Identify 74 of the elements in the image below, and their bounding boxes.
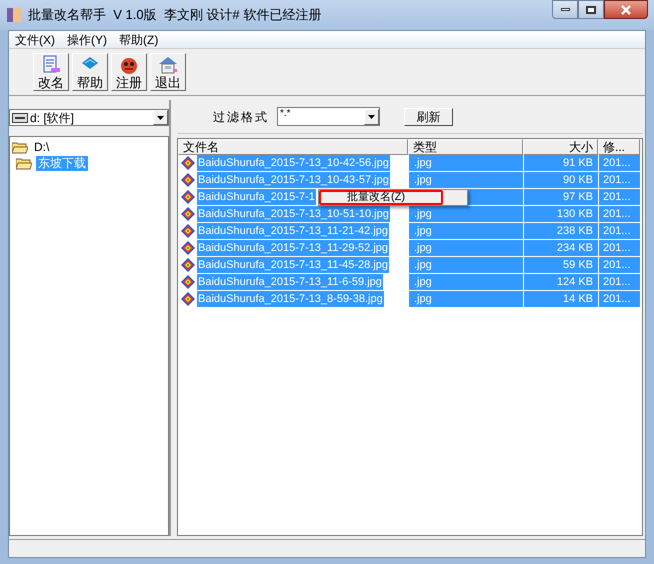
window-title: 批量改名帮手 V 1.0版 李文刚 设计# 软件已经注册 [28,6,322,24]
modified-date: 201... [603,174,631,186]
image-file-icon [181,173,195,187]
context-menu-item[interactable]: 批量改名(Z) [319,190,443,205]
image-file-icon [181,190,195,204]
file-name: BaiduShurufa_2015-7-1 [197,189,316,205]
close-button[interactable] [604,0,648,19]
toolbar-button[interactable]: 退出 [150,53,186,91]
modified-date: 201... [603,242,631,254]
file-type: .jpg [414,225,432,237]
file-type: .jpg [414,293,432,305]
close-icon [621,4,631,14]
filter-dropdown[interactable]: *.* [277,107,380,126]
image-file-icon [181,275,195,289]
toolbar-button[interactable]: 帮助 [72,53,108,91]
file-name: BaiduShurufa_2015-7-13_11-29-52.jpg [197,240,389,256]
document-icon [41,54,61,74]
modified-date: 201... [603,191,631,203]
image-file-icon [181,292,195,306]
file-type: .jpg [414,157,432,169]
column-header[interactable]: 大小 [523,139,598,155]
column-header[interactable]: 修... [598,139,640,155]
filter-label: 过滤格式 [213,108,269,126]
file-size: 91 KB [563,157,593,169]
minimize-button[interactable] [552,0,578,19]
drive-dropdown[interactable]: d: [软件] [9,109,169,126]
image-file-icon [181,224,195,238]
maximize-button[interactable] [578,0,604,19]
file-size: 97 KB [563,191,593,203]
file-type: .jpg [414,174,432,186]
menu-item[interactable]: 操作(Y) [61,30,113,48]
modified-date: 201... [603,259,631,271]
file-name: BaiduShurufa_2015-7-13_11-6-59.jpg [197,274,383,290]
app-icon [6,7,22,23]
file-size: 234 KB [556,242,593,254]
modified-date: 201... [603,225,631,237]
file-size: 90 KB [563,174,593,186]
open-folder-icon [16,156,32,170]
toolbar-button[interactable]: 改名 [33,53,69,91]
file-type: .jpg [414,276,432,288]
file-name: BaiduShurufa_2015-7-13_11-21-42.jpg [197,223,389,239]
refresh-button[interactable]: 刷新 [404,108,453,126]
column-header[interactable]: 类型 [408,139,523,155]
file-size: 238 KB [556,225,593,237]
file-name: BaiduShurufa_2015-7-13_8-59-38.jpg [197,291,384,307]
file-size: 14 KB [563,293,593,305]
menu-item[interactable]: 帮助(Z) [113,30,164,48]
image-file-icon [181,258,195,272]
image-file-icon [181,207,195,221]
image-file-icon [181,156,195,170]
file-name: BaiduShurufa_2015-7-13_10-43-57.jpg [197,172,390,188]
file-name: BaiduShurufa_2015-7-13_11-45-28.jpg [197,257,389,273]
image-file-icon [181,241,195,255]
modified-date: 201... [603,293,631,305]
file-name: BaiduShurufa_2015-7-13_10-42-56.jpg [197,155,390,171]
file-size: 130 KB [556,208,593,220]
modified-date: 201... [603,157,631,169]
file-size: 124 KB [556,276,593,288]
open-folder-icon [12,140,28,154]
column-header[interactable]: 文件名 [178,139,408,155]
modified-date: 201... [603,276,631,288]
toolbar-button[interactable]: 注册 [111,53,147,91]
file-type: .jpg [414,259,432,271]
drive-icon [12,112,28,122]
dropdown-arrow-icon [368,114,375,118]
file-type: .jpg [414,208,432,220]
modified-date: 201... [603,208,631,220]
dropdown-arrow-icon [157,116,164,120]
menu-item[interactable]: 文件(X) [9,30,61,48]
file-type: .jpg [414,242,432,254]
file-size: 59 KB [563,259,593,271]
house-icon [158,54,178,74]
folder-label[interactable]: D:\ [32,140,52,154]
file-name: BaiduShurufa_2015-7-13_10-51-10.jpg [197,206,390,222]
